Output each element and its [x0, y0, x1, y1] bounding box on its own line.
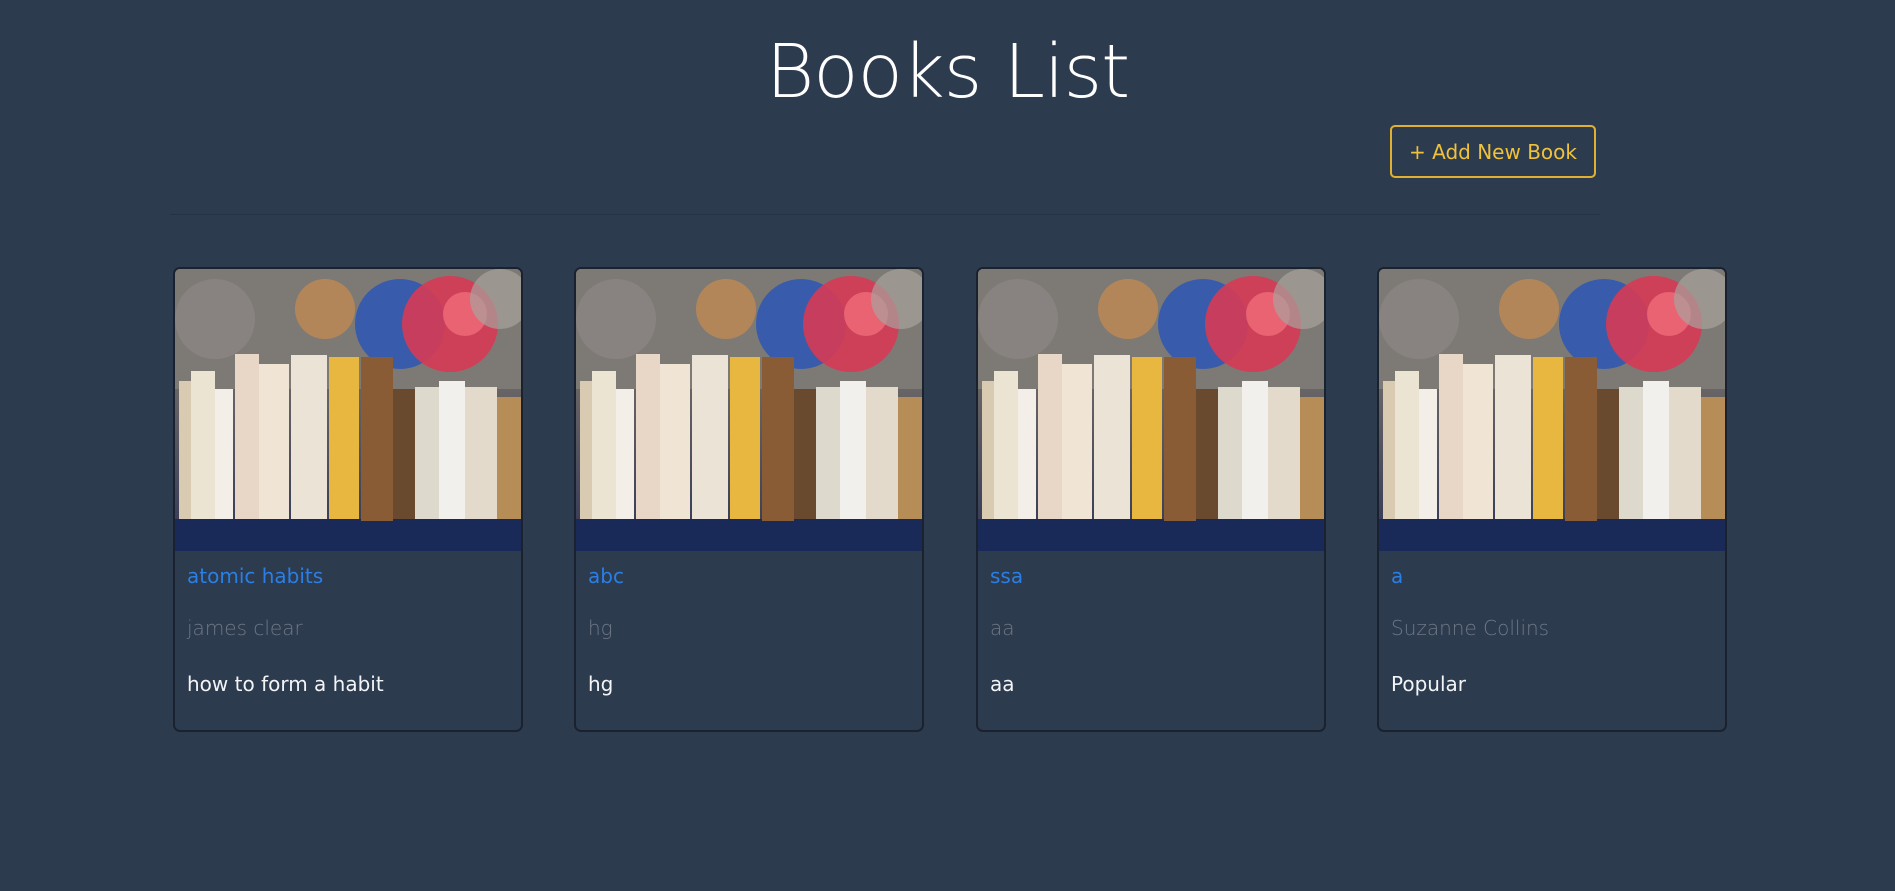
book-cover-image [1379, 269, 1725, 551]
book-card[interactable]: atomic habits james clear how to form a … [173, 267, 523, 732]
book-author: Suzanne Collins [1391, 616, 1550, 640]
book-card[interactable]: a Suzanne Collins Popular [1377, 267, 1727, 732]
book-cover-image [175, 269, 521, 551]
book-description: hg [588, 672, 614, 696]
book-author: hg [588, 616, 613, 640]
book-title[interactable]: ssa [990, 564, 1023, 588]
divider [170, 214, 1600, 215]
add-new-book-button[interactable]: + Add New Book [1390, 125, 1596, 178]
book-title[interactable]: a [1391, 564, 1403, 588]
book-description: aa [990, 672, 1015, 696]
book-cover-image [576, 269, 922, 551]
book-card[interactable]: abc hg hg [574, 267, 924, 732]
book-description: Popular [1391, 672, 1466, 696]
book-list: atomic habits james clear how to form a … [0, 267, 1895, 734]
book-author: james clear [187, 616, 303, 640]
page: Books List + Add New Book atomic habits … [0, 0, 1895, 891]
book-description: how to form a habit [187, 672, 384, 696]
book-cover-image [978, 269, 1324, 551]
book-card[interactable]: ssa aa aa [976, 267, 1326, 732]
book-author: aa [990, 616, 1015, 640]
book-title[interactable]: abc [588, 564, 624, 588]
page-title: Books List [765, 29, 1130, 115]
book-title[interactable]: atomic habits [187, 564, 323, 588]
